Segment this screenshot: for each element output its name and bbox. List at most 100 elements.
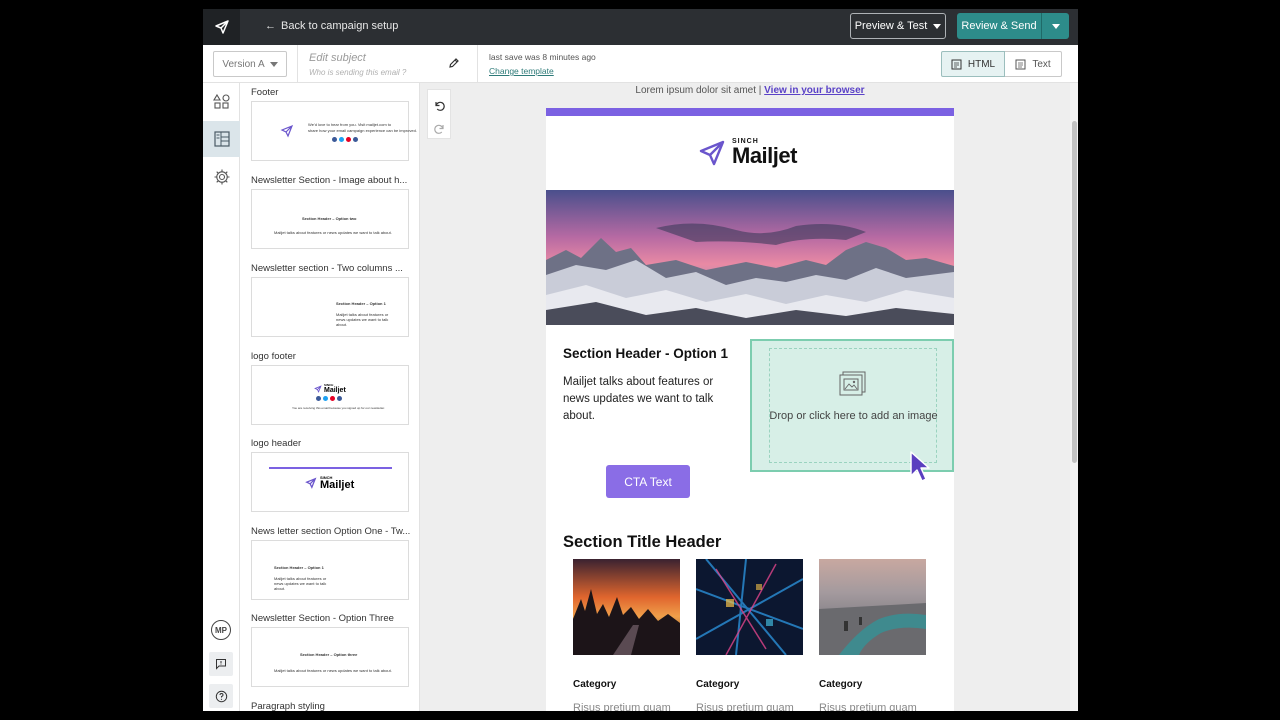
scrollbar-thumb[interactable]: [1072, 121, 1077, 463]
section-header[interactable]: Section Header - Option 1: [563, 346, 728, 361]
feedback-button[interactable]: [209, 652, 233, 676]
feedback-icon: [216, 659, 226, 670]
undo-icon[interactable]: [433, 99, 446, 112]
html-view-toggle[interactable]: HTML: [941, 51, 1005, 77]
thumb-text: share how your email campaign experience…: [308, 128, 417, 133]
gear-icon: [214, 169, 229, 185]
history-controls: [427, 89, 451, 139]
editor-toolbar: Version A Edit subject Who is sending th…: [203, 45, 1078, 83]
paper-plane-icon: [214, 20, 229, 34]
rail-item-sections[interactable]: [203, 121, 240, 157]
review-send-button[interactable]: Review & Send: [957, 13, 1069, 39]
thumb-stripe: [269, 467, 392, 469]
help-button[interactable]: [209, 684, 233, 708]
paper-plane-icon: [305, 477, 317, 489]
section-thumbnail-footer[interactable]: We'd love to hear from you. Visit mailje…: [251, 101, 417, 161]
thumb-text: Mailjet talks about features or news upd…: [274, 668, 392, 673]
paper-plane-icon: [280, 124, 294, 138]
drop-zone-label: Drop or click here to add an image: [769, 410, 938, 422]
arrow-left-icon: ←: [265, 20, 276, 32]
text-view-icon: [1015, 59, 1026, 69]
left-icon-rail: MP: [203, 83, 240, 711]
thumb-text: about.: [336, 322, 348, 327]
thumb-text: about.: [274, 586, 286, 591]
review-send-label: Review & Send: [961, 20, 1037, 32]
view-in-browser-link[interactable]: View in your browser: [764, 85, 864, 96]
divider: [477, 45, 478, 83]
preheader-text: Lorem ipsum dolor sit amet |: [635, 85, 765, 96]
paper-plane-icon: [314, 384, 322, 393]
section-label: logo header: [251, 438, 302, 449]
preview-test-button[interactable]: Preview & Test: [850, 13, 946, 39]
divider: [297, 45, 298, 83]
subject-input[interactable]: Edit subject: [309, 52, 366, 64]
version-select[interactable]: Version A: [213, 51, 287, 77]
text-view-toggle[interactable]: Text: [1005, 51, 1062, 77]
cta-button[interactable]: CTA Text: [606, 465, 690, 498]
help-icon: [215, 690, 227, 702]
layout-icon: [213, 131, 230, 147]
thumb-mailjet: Mailjet: [324, 387, 346, 394]
redo-icon[interactable]: [433, 122, 446, 135]
thumb-text: You are receiving this email because you…: [292, 406, 385, 410]
html-toggle-label: HTML: [967, 58, 996, 70]
brand-stripe: [546, 108, 954, 116]
thumb-text: Section Header – Option two: [302, 216, 357, 221]
last-save-status: last save was 8 minutes ago: [489, 52, 596, 62]
thumb-mailjet: Mailjet: [320, 479, 355, 491]
section-body-text[interactable]: Mailjet talks about features or news upd…: [563, 374, 723, 425]
section-thumbnail-image-about[interactable]: Section Header – Option two Mailjet talk…: [251, 189, 409, 249]
thumb-logo: SINCH Mailjet: [314, 383, 346, 394]
canvas-scrollbar[interactable]: [1070, 83, 1078, 711]
rail-item-content-blocks[interactable]: [203, 84, 240, 120]
version-label: Version A: [222, 58, 265, 70]
section-thumbnail-logo-header[interactable]: SINCH Mailjet: [251, 452, 409, 512]
hero-mountain-image[interactable]: [546, 190, 954, 325]
section-label: News letter section Option One - Tw...: [251, 526, 411, 537]
text-toggle-label: Text: [1032, 58, 1051, 70]
section-thumbnail-logo-footer[interactable]: SINCH Mailjet You are receiving this ema…: [251, 365, 409, 425]
thumb-text: We'd love to hear from you. Visit mailje…: [308, 122, 392, 127]
caret-down-icon: [933, 23, 942, 29]
change-template-link[interactable]: Change template: [489, 66, 554, 76]
preheader: Lorem ipsum dolor sit amet | View in you…: [546, 85, 954, 96]
category-label[interactable]: Category: [573, 679, 616, 690]
app-logo[interactable]: [203, 9, 240, 45]
section-thumbnail-option-one[interactable]: Section Header – Option 1 Mailjet talks …: [251, 540, 409, 600]
category-snippet[interactable]: Risus pretium quam: [573, 702, 671, 711]
city-night-image[interactable]: [696, 559, 803, 655]
back-link-label: Back to campaign setup: [281, 20, 399, 32]
category-snippet[interactable]: Risus pretium quam: [696, 702, 794, 711]
section-thumbnail-two-columns[interactable]: Section Header – Option 1 Mailjet talks …: [251, 277, 409, 337]
back-link[interactable]: ← Back to campaign setup: [265, 20, 398, 32]
paper-plane-icon: [699, 140, 725, 165]
city-river-image[interactable]: [819, 559, 926, 655]
section-label: Newsletter Section - Image about h...: [251, 175, 408, 186]
section-thumbnail-option-three[interactable]: Section Header – Option three Mailjet ta…: [251, 627, 409, 687]
thumb-text: Section Header – Option three: [300, 652, 358, 657]
section-title-header[interactable]: Section Title Header: [563, 533, 721, 552]
user-avatar[interactable]: MP: [211, 620, 231, 640]
pencil-icon[interactable]: [448, 57, 460, 69]
category-label[interactable]: Category: [819, 679, 862, 690]
email-body: SINCH Mailjet Section Header - Option 1 …: [546, 108, 954, 711]
review-send-dropdown[interactable]: [1041, 13, 1069, 39]
saved-sections-panel: Footer We'd love to hear from you. Visit…: [240, 83, 420, 711]
category-snippet[interactable]: Risus pretium quam: [819, 702, 917, 711]
thumb-text: Section Header – Option 1: [336, 301, 386, 306]
social-dots: [316, 396, 342, 401]
social-dots: [332, 137, 358, 142]
code-view-icon: [951, 59, 962, 69]
brand-logo[interactable]: SINCH Mailjet: [698, 138, 797, 167]
email-canvas: Lorem ipsum dolor sit amet | View in you…: [420, 83, 1078, 711]
section-label: Newsletter Section - Option Three: [251, 613, 394, 624]
thumb-text: Section Header – Option 1: [274, 565, 324, 570]
city-sunset-image[interactable]: [573, 559, 680, 655]
rail-item-settings[interactable]: [203, 159, 240, 195]
image-icon: [839, 371, 866, 396]
preview-test-label: Preview & Test: [854, 20, 928, 32]
sender-input[interactable]: Who is sending this email ?: [309, 68, 406, 77]
category-label[interactable]: Category: [696, 679, 739, 690]
thumb-logo: SINCH Mailjet: [305, 475, 354, 491]
mouse-cursor-icon: [910, 451, 930, 482]
